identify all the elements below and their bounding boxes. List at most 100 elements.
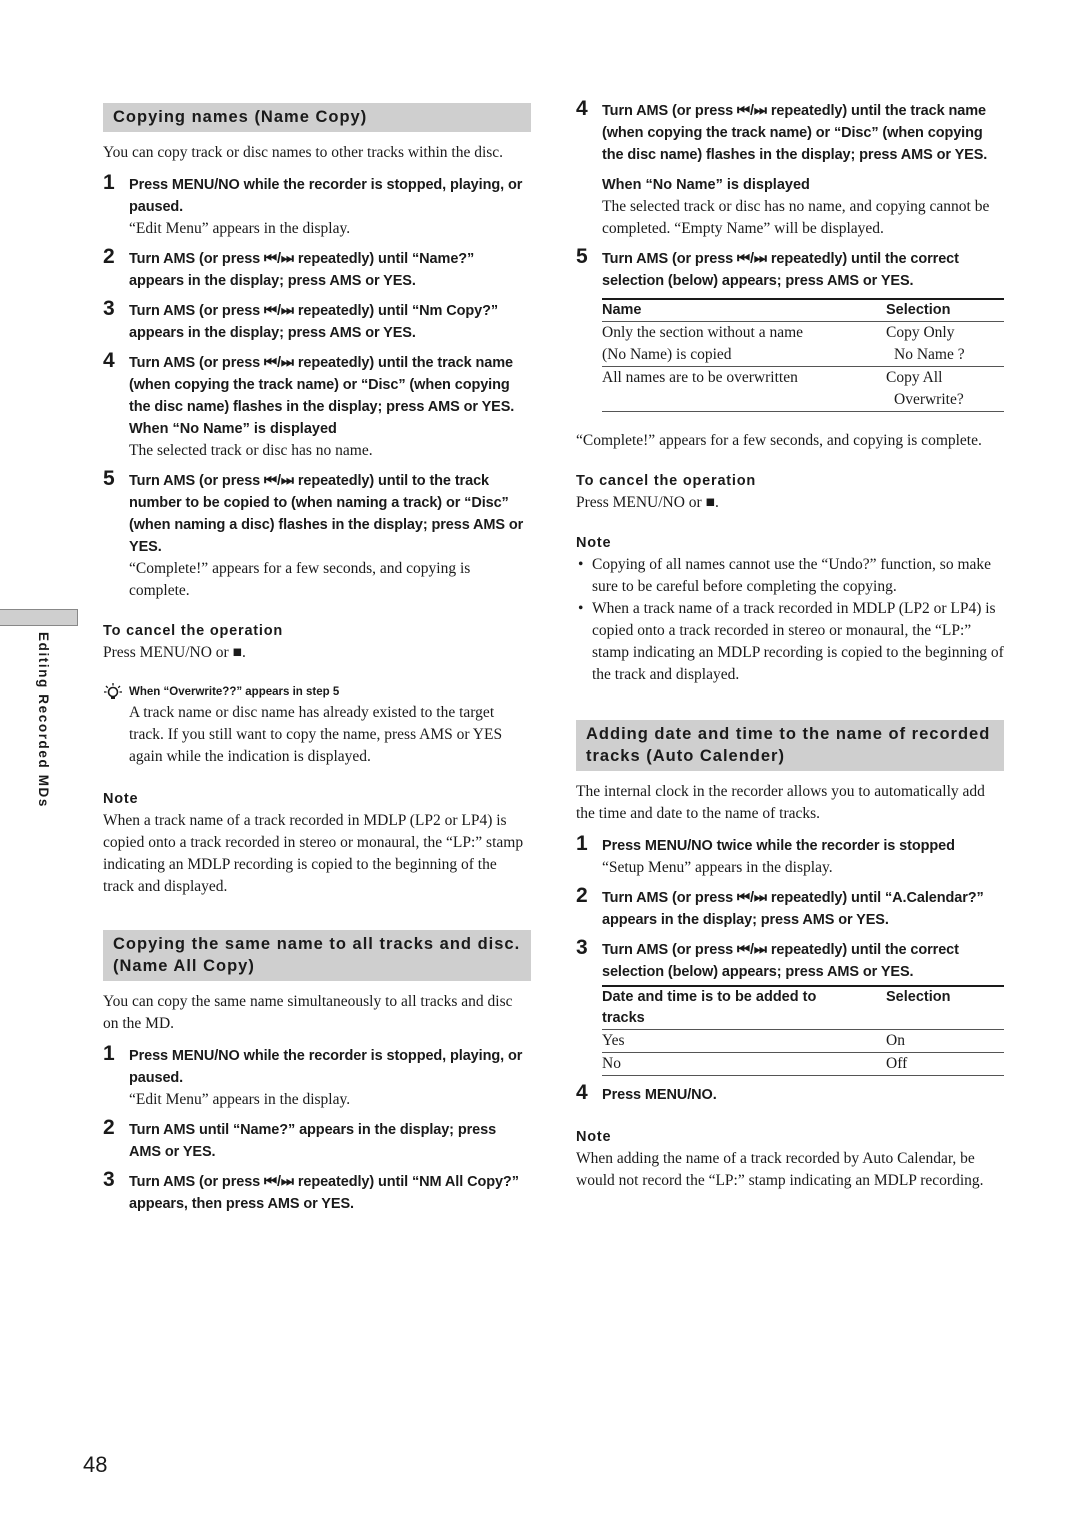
table-cell-selection: Off	[886, 1055, 908, 1072]
step-3: 3 Turn AMS (or press ⏮/⏭ repeatedly) unt…	[103, 297, 531, 344]
step-2: 2 Turn AMS until “Name?” appears in the …	[103, 1116, 531, 1163]
right-column: 4 Turn AMS (or press ⏮/⏭ repeatedly) unt…	[576, 97, 1004, 1192]
step-result: “Edit Menu” appears in the display.	[129, 220, 351, 237]
step-instruction: Press MENU/NO twice while the recorder i…	[602, 838, 955, 854]
table-cell-name: Yes	[602, 1032, 625, 1049]
step-number: 1	[103, 171, 115, 194]
tip-title: When “Overwrite??” appears in step 5	[129, 686, 340, 698]
left-column: Copying names (Name Copy) You can copy t…	[103, 103, 531, 1215]
step-number: 4	[576, 97, 588, 120]
step-1: 1 Press MENU/NO twice while the recorder…	[576, 832, 1004, 879]
cell-line: Copy Only	[886, 324, 955, 341]
step-2: 2 Turn AMS (or press ⏮/⏭ repeatedly) unt…	[576, 884, 1004, 931]
step-2: 2 Turn AMS (or press ⏮/⏭ repeatedly) unt…	[103, 245, 531, 292]
step-1: 1 Press MENU/NO while the recorder is st…	[103, 171, 531, 240]
step-number: 5	[103, 467, 115, 490]
step-result: “Setup Menu” appears in the display.	[602, 859, 833, 876]
selection-table-auto-calender: Date and time is to be added to tracks S…	[602, 985, 1004, 1076]
cancel-heading: To cancel the operation	[103, 623, 284, 639]
table-cell-name: No	[602, 1055, 621, 1072]
step-number: 2	[103, 245, 115, 268]
step-result: “Complete!” appears for a few seconds, a…	[129, 560, 471, 599]
note-item: When a track name of a track recorded in…	[576, 598, 1004, 686]
step-instruction: Turn AMS (or press ⏮/⏭ repeatedly) until…	[602, 942, 959, 980]
step-1: 1 Press MENU/NO while the recorder is st…	[103, 1042, 531, 1111]
section-heading-name-all-copy: Copying the same name to all tracks and …	[103, 930, 531, 981]
step-number: 1	[576, 832, 588, 855]
step-instruction: Turn AMS (or press ⏮/⏭ repeatedly) until…	[129, 355, 515, 415]
cell-line: No Name ?	[894, 346, 965, 363]
step-4: 4 Turn AMS (or press ⏮/⏭ repeatedly) unt…	[576, 97, 1004, 240]
step-instruction: Press MENU/NO.	[602, 1087, 717, 1103]
step-instruction: Turn AMS (or press ⏮/⏭ repeatedly) until…	[602, 251, 959, 289]
step-instruction: Turn AMS (or press ⏮/⏭ repeatedly) until…	[129, 251, 475, 289]
intro-name-all-copy: You can copy the same name simultaneousl…	[103, 993, 513, 1032]
section-heading-auto-calender: Adding date and time to the name of reco…	[576, 720, 1004, 771]
step-instruction: Turn AMS (or press ⏮/⏭ repeatedly) until…	[602, 103, 988, 163]
step-3: 3 Turn AMS (or press ⏮/⏭ repeatedly) unt…	[103, 1168, 531, 1215]
note-heading: Note	[103, 791, 139, 807]
no-name-text: The selected track or disc has no name, …	[602, 198, 990, 237]
step-instruction: Turn AMS (or press ⏮/⏭ repeatedly) until…	[129, 303, 499, 341]
step-number: 4	[103, 349, 115, 372]
step-number: 3	[103, 297, 115, 320]
table-cell-selection: On	[886, 1032, 905, 1049]
table-cell-name: Only the section without a name (No Name…	[602, 322, 886, 367]
step-number: 1	[103, 1042, 115, 1065]
no-name-subheading: When “No Name” is displayed	[129, 421, 337, 437]
step-4: 4 Press MENU/NO.	[576, 1081, 1004, 1106]
note-heading: Note	[576, 535, 612, 551]
step-instruction: Press MENU/NO while the recorder is stop…	[129, 177, 523, 215]
intro-auto-calender: The internal clock in the recorder allow…	[576, 783, 985, 822]
note-text: When a track name of a track recorded in…	[103, 812, 524, 895]
cell-line: Overwrite?	[894, 391, 964, 408]
intro-name-copy: You can copy track or disc names to othe…	[103, 144, 504, 161]
table-row: Yes On	[602, 1030, 1004, 1053]
selection-table-name-copy: Name Selection Only the section without …	[602, 298, 1004, 412]
cell-line: Only the section without a name	[602, 324, 804, 341]
step-3: 3 Turn AMS (or press ⏮/⏭ repeatedly) unt…	[576, 936, 1004, 1076]
column-header-date-time: Date and time is to be added to tracks	[602, 989, 817, 1026]
no-name-text: The selected track or disc has no name.	[129, 442, 373, 459]
note-heading: Note	[576, 1129, 612, 1145]
table-cell-name: All names are to be overwritten	[602, 367, 886, 412]
tip-block: When “Overwrite??” appears in step 5 A t…	[103, 682, 531, 768]
table-row: Only the section without a name (No Name…	[602, 322, 1004, 367]
step-number: 3	[103, 1168, 115, 1191]
side-tab-label: Editing Recorded MDs	[36, 632, 51, 809]
step-5: 5 Turn AMS (or press ⏮/⏭ repeatedly) unt…	[576, 245, 1004, 412]
side-tab-marker	[0, 609, 78, 626]
table-header-row: Name Selection	[602, 299, 1004, 322]
column-header-selection: Selection	[886, 302, 951, 318]
step-4: 4 Turn AMS (or press ⏮/⏭ repeatedly) unt…	[103, 349, 531, 462]
step-number: 2	[576, 884, 588, 907]
step-number: 5	[576, 245, 588, 268]
step-number: 3	[576, 936, 588, 959]
step-number: 2	[103, 1116, 115, 1139]
section-heading-name-copy: Copying names (Name Copy)	[103, 103, 531, 132]
note-list: Copying of all names cannot use the “Und…	[576, 554, 1004, 686]
column-header-name: Name	[602, 302, 642, 318]
step-instruction: Turn AMS (or press ⏮/⏭ repeatedly) until…	[129, 1174, 519, 1212]
table-cell-selection: Copy All Overwrite?	[886, 367, 1004, 412]
table-header-row: Date and time is to be added to tracks S…	[602, 986, 1004, 1030]
step-5: 5 Turn AMS (or press ⏮/⏭ repeatedly) unt…	[103, 467, 531, 602]
step-instruction: Turn AMS (or press ⏮/⏭ repeatedly) until…	[129, 473, 524, 555]
cell-line: All names are to be overwritten	[602, 369, 798, 386]
cell-line: (No Name) is copied	[602, 346, 732, 363]
step-instruction: Turn AMS (or press ⏮/⏭ repeatedly) until…	[602, 890, 984, 928]
step-result: “Edit Menu” appears in the display.	[129, 1091, 351, 1108]
lightbulb-icon	[104, 683, 122, 699]
table-row: No Off	[602, 1053, 1004, 1076]
tip-text: A track name or disc name has already ex…	[129, 704, 503, 765]
note-item: Copying of all names cannot use the “Und…	[576, 554, 1004, 598]
note-text: When adding the name of a track recorded…	[576, 1150, 984, 1189]
table-row: All names are to be overwritten Copy All…	[602, 367, 1004, 412]
page-number: 48	[83, 1452, 108, 1477]
cancel-text: Press MENU/NO or ■.	[576, 494, 719, 511]
step-number: 4	[576, 1081, 588, 1104]
cancel-heading: To cancel the operation	[576, 473, 757, 489]
complete-text: “Complete!” appears for a few seconds, a…	[576, 432, 982, 449]
cancel-text: Press MENU/NO or ■.	[103, 644, 246, 661]
cell-line: Copy All	[886, 369, 943, 386]
